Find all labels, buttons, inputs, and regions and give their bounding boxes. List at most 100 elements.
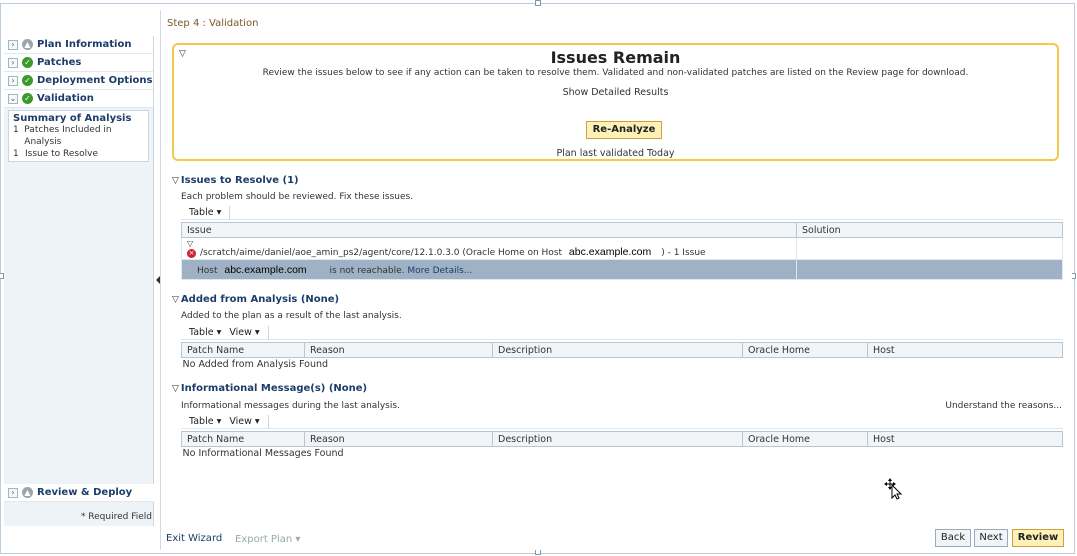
column-header-oracle-home[interactable]: Oracle Home: [742, 431, 868, 447]
detail-host: abc.example.com: [224, 263, 307, 276]
column-header-issue[interactable]: Issue: [181, 222, 797, 238]
issues-remain-box: ▽ Issues Remain Review the issues below …: [172, 43, 1059, 161]
nav-item-label: Patches: [37, 57, 82, 68]
nav-item-label: Review & Deploy: [37, 487, 133, 498]
wizard-footer: Exit Wizard Export Plan ▾ Back Next Revi…: [162, 525, 1072, 550]
column-header-reason[interactable]: Reason: [304, 431, 493, 447]
expand-icon[interactable]: ›: [8, 39, 18, 50]
detail-message: is not reachable.: [329, 265, 405, 276]
expand-icon[interactable]: ›: [8, 75, 18, 86]
collapse-triangle-icon[interactable]: ▽: [179, 49, 186, 59]
issues-to-resolve-subtitle: Each problem should be reviewed. Fix the…: [181, 192, 414, 202]
collapse-triangle-icon[interactable]: ▽: [172, 295, 179, 305]
column-header-description[interactable]: Description: [492, 431, 743, 447]
resolve-toolbar: Table ▾: [181, 205, 1063, 220]
expand-icon[interactable]: ›: [8, 57, 18, 68]
nav-item-review-deploy[interactable]: › ▲ Review & Deploy: [4, 484, 154, 502]
toolbar-separator: [229, 205, 231, 220]
back-button[interactable]: Back: [935, 529, 971, 547]
pane-divider[interactable]: [160, 10, 161, 550]
error-icon: ×: [187, 249, 196, 258]
solution-cell: [796, 237, 1063, 260]
added-from-analysis-subtitle: Added to the plan as a result of the las…: [181, 311, 402, 321]
wizard-train-sidebar: › ▲ Plan Information › ✓ Patches › ✓ Dep…: [4, 36, 154, 526]
table-row[interactable]: ▽ × /scratch/aime/daniel/aoe_amin_ps2/age…: [181, 237, 1063, 260]
check-status-icon: ✓: [22, 75, 33, 86]
summary-heading: Summary of Analysis: [13, 113, 132, 124]
check-status-icon: ✓: [22, 93, 33, 104]
view-menu[interactable]: View ▾: [229, 416, 267, 427]
toolbar-separator: [267, 325, 269, 340]
issues-remain-description: Review the issues below to see if any ac…: [262, 68, 969, 78]
table-menu[interactable]: Table ▾: [181, 207, 229, 218]
expand-icon[interactable]: ›: [8, 487, 18, 498]
summary-of-analysis: Summary of Analysis 1 Patches Included i…: [8, 110, 149, 162]
nav-item-patches[interactable]: › ✓ Patches: [4, 54, 153, 72]
toolbar-separator: [267, 414, 269, 429]
nav-item-plan-information[interactable]: › ▲ Plan Information: [4, 36, 153, 54]
issues-remain-title: Issues Remain: [550, 48, 681, 67]
informational-messages-header[interactable]: ▽ Informational Message(s) (None): [172, 383, 367, 394]
summary-row: 1 Patches Included in Analysis: [13, 124, 144, 148]
collapse-triangle-icon[interactable]: ▽: [172, 176, 179, 186]
step-title: Step 4 : Validation: [167, 18, 259, 29]
added-toolbar: Table ▾ View ▾: [181, 325, 1063, 340]
column-header-host[interactable]: Host: [867, 431, 1063, 447]
column-header-description[interactable]: Description: [492, 342, 743, 358]
resize-handle-top[interactable]: [535, 0, 541, 6]
view-menu[interactable]: View ▾: [229, 327, 267, 338]
column-header-oracle-home[interactable]: Oracle Home: [742, 342, 868, 358]
nav-item-deployment-options[interactable]: › ✓ Deployment Options: [4, 72, 153, 90]
issue-suffix: ) - 1 Issue: [661, 248, 706, 258]
detail-prefix: Host: [197, 265, 218, 276]
summary-row: 1 Issue to Resolve: [13, 148, 144, 160]
section-title: Informational Message(s) (None): [180, 383, 368, 394]
summary-label: Patches Included in Analysis: [24, 125, 112, 147]
nav-item-validation[interactable]: ⌄ ✓ Validation: [4, 90, 153, 108]
table-row-detail[interactable]: Host abc.example.com is not reachable. M…: [181, 259, 1063, 280]
issue-path: /scratch/aime/daniel/aoe_amin_ps2/agent/…: [200, 248, 563, 258]
collapse-triangle-icon[interactable]: ▽: [187, 239, 791, 248]
exit-wizard-link[interactable]: Exit Wizard: [166, 533, 222, 544]
review-button[interactable]: Review: [1012, 529, 1064, 547]
last-validated-text: Plan last validated Today: [556, 148, 675, 159]
summary-label: Issue to Resolve: [25, 149, 98, 159]
collapse-triangle-icon[interactable]: ▽: [172, 384, 179, 394]
nav-bottom: › ▲ Review & Deploy: [4, 484, 154, 502]
column-header-solution[interactable]: Solution: [796, 222, 1063, 238]
column-header-host[interactable]: Host: [867, 342, 1063, 358]
added-table: Patch Name Reason Description Oracle Hom…: [181, 342, 1063, 372]
summary-count: 1: [13, 125, 19, 135]
column-header-patch-name[interactable]: Patch Name: [181, 431, 305, 447]
column-header-reason[interactable]: Reason: [304, 342, 493, 358]
empty-table-message: No Added from Analysis Found: [182, 359, 329, 371]
column-header-patch-name[interactable]: Patch Name: [181, 342, 305, 358]
issue-host: abc.example.com: [568, 246, 652, 258]
pending-status-icon: ▲: [22, 487, 33, 498]
info-toolbar: Table ▾ View ▾: [181, 414, 1063, 429]
required-field-note: * Required Field: [80, 512, 152, 522]
export-plan-menu[interactable]: Export Plan ▾: [235, 534, 300, 545]
issue-cell: ▽ × /scratch/aime/daniel/aoe_amin_ps2/age…: [181, 237, 797, 260]
issues-table: Issue Solution ▽ × /scratch/aime/daniel/a…: [181, 222, 1063, 280]
understand-reasons-link[interactable]: Understand the reasons...: [945, 401, 1062, 411]
next-button[interactable]: Next: [974, 529, 1008, 547]
nav-item-label: Plan Information: [37, 39, 132, 50]
added-from-analysis-header[interactable]: ▽ Added from Analysis (None): [172, 294, 339, 305]
re-analyze-button[interactable]: Re-Analyze: [586, 121, 662, 139]
table-menu[interactable]: Table ▾: [181, 416, 229, 427]
info-table: Patch Name Reason Description Oracle Hom…: [181, 431, 1063, 461]
move-cursor-icon: [884, 478, 903, 500]
issues-to-resolve-header[interactable]: ▽ Issues to Resolve (1): [172, 175, 299, 186]
check-status-icon: ✓: [22, 57, 33, 68]
section-title: Added from Analysis (None): [180, 294, 340, 305]
main-panel: Step 4 : Validation ▽ Issues Remain Revi…: [162, 10, 1072, 550]
section-title: Issues to Resolve (1): [180, 175, 299, 186]
collapse-icon[interactable]: ⌄: [8, 93, 18, 104]
show-detailed-results-link[interactable]: Show Detailed Results: [174, 87, 1057, 98]
table-menu[interactable]: Table ▾: [181, 327, 229, 338]
solution-cell: [796, 259, 1063, 280]
empty-table-message: No Informational Messages Found: [182, 448, 344, 460]
more-details-link[interactable]: More Details...: [407, 266, 472, 276]
nav-item-label: Deployment Options: [37, 75, 153, 86]
